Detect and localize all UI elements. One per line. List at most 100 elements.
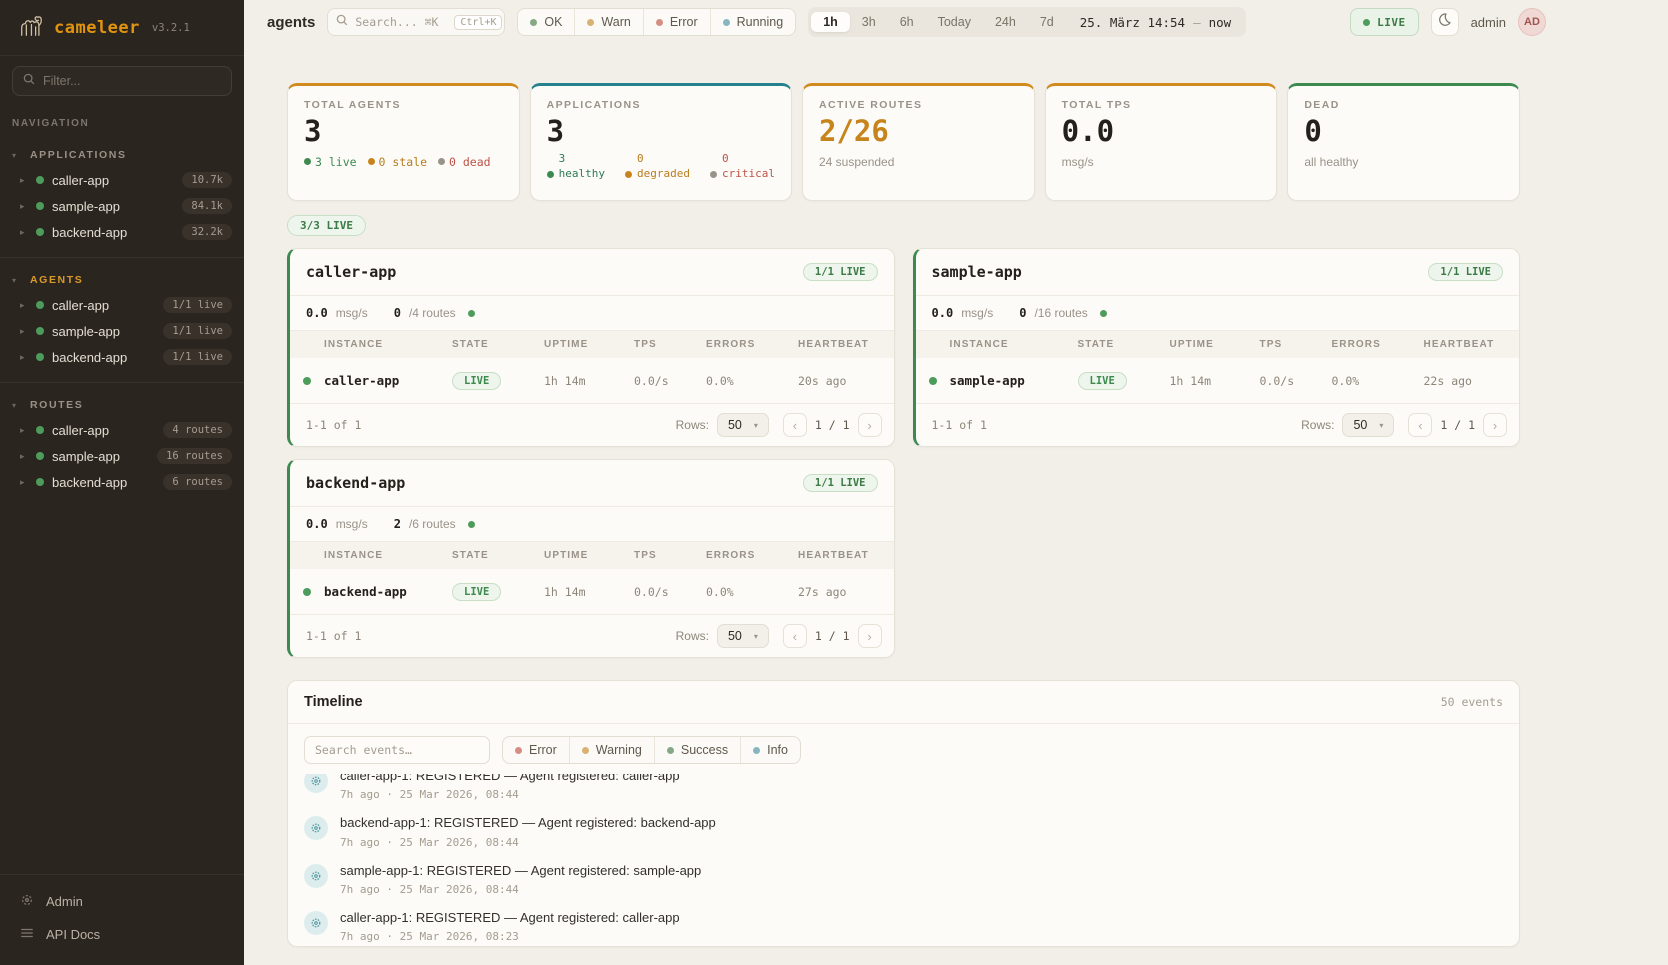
app-card-title[interactable]: sample-app xyxy=(932,263,1022,281)
next-page-button[interactable]: › xyxy=(858,413,882,437)
timeline-event[interactable]: caller-app-1: REGISTERED — Agent registe… xyxy=(304,774,1503,808)
theme-toggle-button[interactable] xyxy=(1431,8,1459,36)
time-range-7d[interactable]: 7d xyxy=(1028,12,1066,32)
section-header-agents[interactable]: ▾ AGENTS xyxy=(0,268,244,292)
avatar[interactable]: AD xyxy=(1518,8,1546,36)
time-range-display[interactable]: 25. März 14:54 — now xyxy=(1066,15,1243,30)
filter-label: Running xyxy=(737,15,784,29)
next-page-button[interactable]: › xyxy=(858,624,882,648)
app-card-title[interactable]: backend-app xyxy=(306,474,405,492)
timeline-event[interactable]: backend-app-1: REGISTERED — Agent regist… xyxy=(304,808,1503,855)
health-dot xyxy=(468,521,475,528)
sidebar-item-caller-app[interactable]: ▸ caller-app 10.7k xyxy=(0,167,244,193)
prev-page-button[interactable]: ‹ xyxy=(783,624,807,648)
stat-subtitle: all healthy xyxy=(1304,155,1503,169)
stat-value: 0.0 xyxy=(1062,116,1261,148)
gear-icon xyxy=(20,893,34,910)
time-range-3h[interactable]: 3h xyxy=(850,12,888,32)
live-label: LIVE xyxy=(1377,16,1406,29)
prev-page-button[interactable]: ‹ xyxy=(783,413,807,437)
filter-label: Error xyxy=(670,15,698,29)
global-search[interactable]: Ctrl+K xyxy=(327,8,505,36)
table-row[interactable]: sample-app LIVE 1h 14m 0.0/s 0.0% 22s ag… xyxy=(916,358,1520,404)
time-range-1h[interactable]: 1h xyxy=(811,12,850,32)
prev-page-button[interactable]: ‹ xyxy=(1408,413,1432,437)
row-range-label: 1-1 of 1 xyxy=(306,418,676,432)
section-header-applications[interactable]: ▾ APPLICATIONS xyxy=(0,143,244,167)
filter-error[interactable]: Error xyxy=(503,737,570,763)
live-count-badge: 1/1 LIVE xyxy=(803,263,878,281)
filter-warn[interactable]: Warn xyxy=(575,9,643,35)
timeline-event[interactable]: sample-app-1: REGISTERED — Agent registe… xyxy=(304,856,1503,903)
status-dot xyxy=(36,228,44,236)
sidebar-item-label: backend-app xyxy=(52,225,174,240)
stat-card-dead: DEAD 0 all healthy xyxy=(1287,83,1520,201)
table-row[interactable]: backend-app LIVE 1h 14m 0.0/s 0.0% 27s a… xyxy=(290,569,894,615)
live-count-badge: 1/1 LIVE xyxy=(1428,263,1503,281)
sidebar-item-sample-app-agents[interactable]: ▸ sample-app 1/1 live xyxy=(0,318,244,344)
event-timestamp: 7h ago · 25 Mar 2026, 08:44 xyxy=(340,788,680,801)
sidebar-item-backend-app-agents[interactable]: ▸ backend-app 1/1 live xyxy=(0,344,244,370)
event-title: caller-app-1: REGISTERED — Agent registe… xyxy=(340,774,680,784)
sidebar-item-sample-app-routes[interactable]: ▸ sample-app 16 routes xyxy=(0,443,244,469)
count-badge: 10.7k xyxy=(182,172,232,188)
health-dot xyxy=(468,310,475,317)
filter-success[interactable]: Success xyxy=(655,737,741,763)
sidebar-item-label: backend-app xyxy=(52,475,155,490)
timeline-search[interactable] xyxy=(304,736,490,764)
cell-tps: 0.0/s xyxy=(1260,374,1332,388)
sidebar-item-api-docs[interactable]: API Docs xyxy=(0,918,244,951)
app-card-title[interactable]: caller-app xyxy=(306,263,396,281)
sidebar-item-caller-app-agents[interactable]: ▸ caller-app 1/1 live xyxy=(0,292,244,318)
stat-detail-num: 0 xyxy=(722,152,775,167)
live-summary-badge: 3/3 LIVE xyxy=(287,215,366,236)
stat-detail-num: 3 xyxy=(559,152,605,167)
filter-info[interactable]: Info xyxy=(741,737,800,763)
sidebar-item-backend-app[interactable]: ▸ backend-app 32.2k xyxy=(0,219,244,245)
rows-per-page-select[interactable]: 50 ▾ xyxy=(717,624,769,648)
time-range-today[interactable]: Today xyxy=(926,12,983,32)
section-header-routes[interactable]: ▾ ROUTES xyxy=(0,393,244,417)
status-filter-group: OK Warn Error Running xyxy=(517,8,796,36)
tps-value: 0.0 xyxy=(932,306,954,320)
gear-icon xyxy=(304,911,328,935)
sidebar-item-backend-app-routes[interactable]: ▸ backend-app 6 routes xyxy=(0,469,244,495)
filter-ok[interactable]: OK xyxy=(518,9,575,35)
filter-running[interactable]: Running xyxy=(711,9,796,35)
sidebar-item-caller-app-routes[interactable]: ▸ caller-app 4 routes xyxy=(0,417,244,443)
stat-card-applications: APPLICATIONS 3 3healthy 0degraded 0criti… xyxy=(530,83,792,201)
status-dot xyxy=(303,377,311,385)
rows-per-page-select[interactable]: 50 ▾ xyxy=(717,413,769,437)
apps-grid: caller-app 1/1 LIVE 0.0 msg/s 0 /4 route… xyxy=(287,248,1520,658)
time-range-6h[interactable]: 6h xyxy=(888,12,926,32)
sidebar-item-admin[interactable]: Admin xyxy=(0,885,244,918)
timeline-search-input[interactable] xyxy=(315,743,479,757)
chevron-down-icon: ▾ xyxy=(754,632,758,641)
live-status-badge[interactable]: LIVE xyxy=(1350,8,1419,36)
rows-per-page-select[interactable]: 50 ▾ xyxy=(1342,413,1394,437)
filter-warning[interactable]: Warning xyxy=(570,737,655,763)
table-row[interactable]: caller-app LIVE 1h 14m 0.0/s 0.0% 20s ag… xyxy=(290,358,894,404)
status-dot xyxy=(36,301,44,309)
sidebar-filter-input[interactable] xyxy=(43,74,221,88)
event-title: caller-app-1: REGISTERED — Agent registe… xyxy=(340,910,680,926)
status-dot xyxy=(36,327,44,335)
timeline-title: Timeline xyxy=(304,694,363,710)
filter-label: Success xyxy=(681,743,728,757)
sidebar-item-sample-app[interactable]: ▸ sample-app 84.1k xyxy=(0,193,244,219)
col-uptime: UPTIME xyxy=(544,339,634,350)
sidebar-filter[interactable] xyxy=(12,66,232,96)
filter-error[interactable]: Error xyxy=(644,9,711,35)
stat-detail: 0 dead xyxy=(449,155,491,169)
global-search-input[interactable] xyxy=(355,15,447,29)
gear-icon xyxy=(304,816,328,840)
next-page-button[interactable]: › xyxy=(1483,413,1507,437)
timeline-event[interactable]: caller-app-1: REGISTERED — Agent registe… xyxy=(304,903,1503,946)
timeline-events-list[interactable]: caller-app-1: REGISTERED — Agent registe… xyxy=(288,774,1519,946)
status-dot xyxy=(36,478,44,486)
stats-row: TOTAL AGENTS 3 3 live 0 stale 0 dead APP… xyxy=(287,83,1520,201)
critical-dot xyxy=(710,171,717,178)
navigation-label: NAVIGATION xyxy=(0,100,244,133)
time-range-24h[interactable]: 24h xyxy=(983,12,1028,32)
count-badge: 1/1 live xyxy=(163,323,232,339)
